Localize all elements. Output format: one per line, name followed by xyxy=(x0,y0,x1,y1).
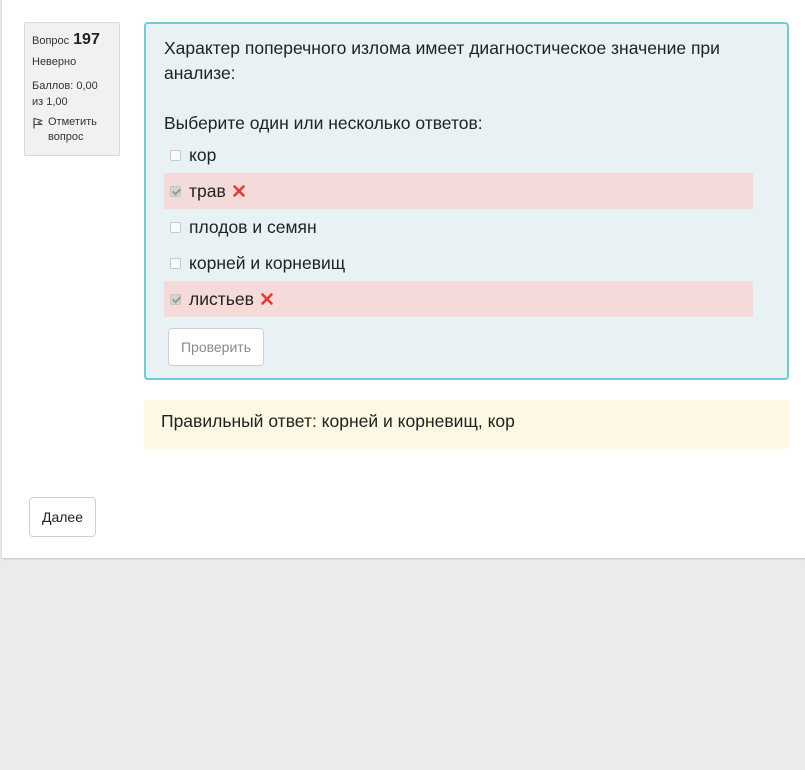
answer-checkbox[interactable] xyxy=(170,149,181,161)
check-button[interactable]: Проверить xyxy=(168,328,264,366)
question-text: Характер поперечного излома имеет диагно… xyxy=(164,38,720,83)
question-number: Вопрос 197 xyxy=(32,29,112,51)
question-content: Характер поперечного излома имеет диагно… xyxy=(144,22,789,380)
answer-option[interactable]: трав xyxy=(164,173,753,209)
answer-option-label: плодов и семян xyxy=(189,216,317,237)
question-card: Вопрос 197 Неверно Баллов: 0,00 из 1,00 … xyxy=(2,0,805,558)
answer-option-label: кор xyxy=(189,144,217,165)
answer-option-label: корней и корневищ xyxy=(189,252,346,273)
answer-checkbox[interactable] xyxy=(170,257,181,269)
answer-prompt: Выберите один или несколько ответов: xyxy=(164,113,483,133)
answer-options: кор трав плодов и семян корней и корневи… xyxy=(164,137,753,317)
question-label: Вопрос xyxy=(32,35,70,47)
answer-option[interactable]: плодов и семян xyxy=(164,209,753,245)
flag-question-label: Отметить вопрос xyxy=(48,115,97,144)
answer-checkbox[interactable] xyxy=(170,185,181,197)
question-info: Вопрос 197 Неверно Баллов: 0,00 из 1,00 … xyxy=(24,22,120,156)
answer-checkbox[interactable] xyxy=(170,293,181,305)
flag-question-link[interactable]: Отметить вопрос xyxy=(32,115,112,146)
incorrect-x-icon xyxy=(232,184,246,198)
flag-icon xyxy=(33,117,43,129)
answer-option[interactable]: корней и корневищ xyxy=(164,245,753,281)
answer-option-label: листьев xyxy=(189,288,254,309)
question-grade: Баллов: 0,00 из 1,00 xyxy=(32,79,98,108)
correct-answer-feedback: Правильный ответ: корней и корневищ, кор xyxy=(144,400,789,449)
answer-checkbox[interactable] xyxy=(170,221,181,233)
answer-option[interactable]: кор xyxy=(164,137,753,173)
correct-answer-text: Правильный ответ: корней и корневищ, кор xyxy=(161,411,515,431)
incorrect-x-icon xyxy=(260,292,274,306)
answer-option[interactable]: листьев xyxy=(164,281,753,317)
next-button[interactable]: Далее xyxy=(29,497,96,537)
question-number-value: 197 xyxy=(73,31,100,48)
question-state: Неверно xyxy=(32,56,77,69)
answer-option-label: трав xyxy=(189,180,226,201)
